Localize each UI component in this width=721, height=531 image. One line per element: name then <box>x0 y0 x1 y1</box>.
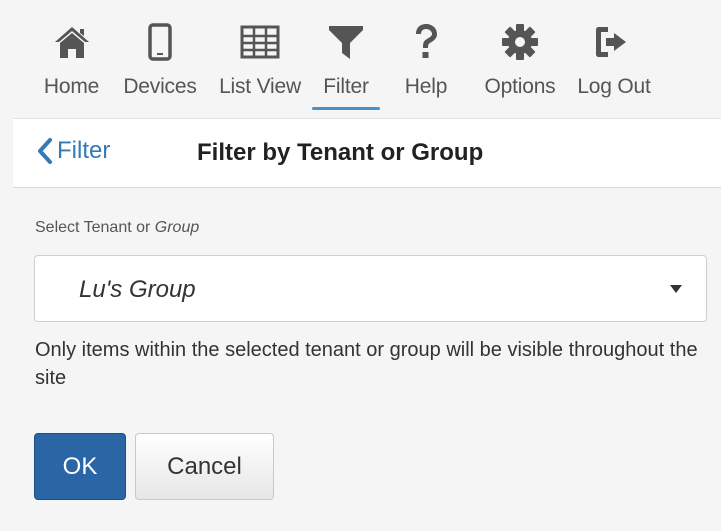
selected-tenant-group: Lu's Group <box>79 276 196 303</box>
cancel-button[interactable]: Cancel <box>135 433 274 500</box>
back-to-filter-link[interactable]: Filter <box>37 137 110 165</box>
tenant-group-select[interactable]: Lu's Group <box>34 255 707 322</box>
logout-icon <box>594 22 634 62</box>
nav-home[interactable]: Home <box>33 0 110 114</box>
top-navigation: Home Devices List View Filter Help Optio… <box>0 0 721 114</box>
back-link-label: Filter <box>57 137 111 164</box>
nav-devices-label: Devices <box>123 75 197 98</box>
page-title: Filter by Tenant or Group <box>197 139 484 166</box>
field-label-emphasis: Group <box>154 219 200 236</box>
filter-help-text: Only items within the selected tenant or… <box>35 339 698 389</box>
nav-filter[interactable]: Filter <box>310 0 382 114</box>
nav-log-out[interactable]: Log Out <box>570 0 658 114</box>
devices-icon <box>148 22 172 62</box>
nav-help-label: Help <box>404 75 448 98</box>
chevron-left-icon <box>38 138 52 164</box>
ok-button[interactable]: OK <box>34 433 126 500</box>
gear-icon <box>501 22 539 62</box>
filter-icon <box>327 22 365 62</box>
tenant-group-field-label: Select Tenant or Group <box>35 219 199 237</box>
nav-filter-label: Filter <box>323 75 369 98</box>
nav-options[interactable]: Options <box>470 0 570 114</box>
list-view-icon <box>240 22 280 62</box>
nav-home-label: Home <box>43 75 100 98</box>
page-header: Filter Filter by Tenant or Group <box>13 118 721 188</box>
caret-down-icon <box>670 285 682 293</box>
nav-options-label: Options <box>484 75 556 98</box>
nav-log-out-label: Log Out <box>577 75 651 98</box>
field-label-prefix: Select Tenant or <box>35 219 155 236</box>
nav-devices[interactable]: Devices <box>110 0 210 114</box>
nav-help[interactable]: Help <box>382 0 470 114</box>
home-icon <box>53 22 91 62</box>
nav-list-view-label: List View <box>219 75 301 98</box>
nav-list-view[interactable]: List View <box>210 0 310 114</box>
help-icon <box>413 22 439 62</box>
